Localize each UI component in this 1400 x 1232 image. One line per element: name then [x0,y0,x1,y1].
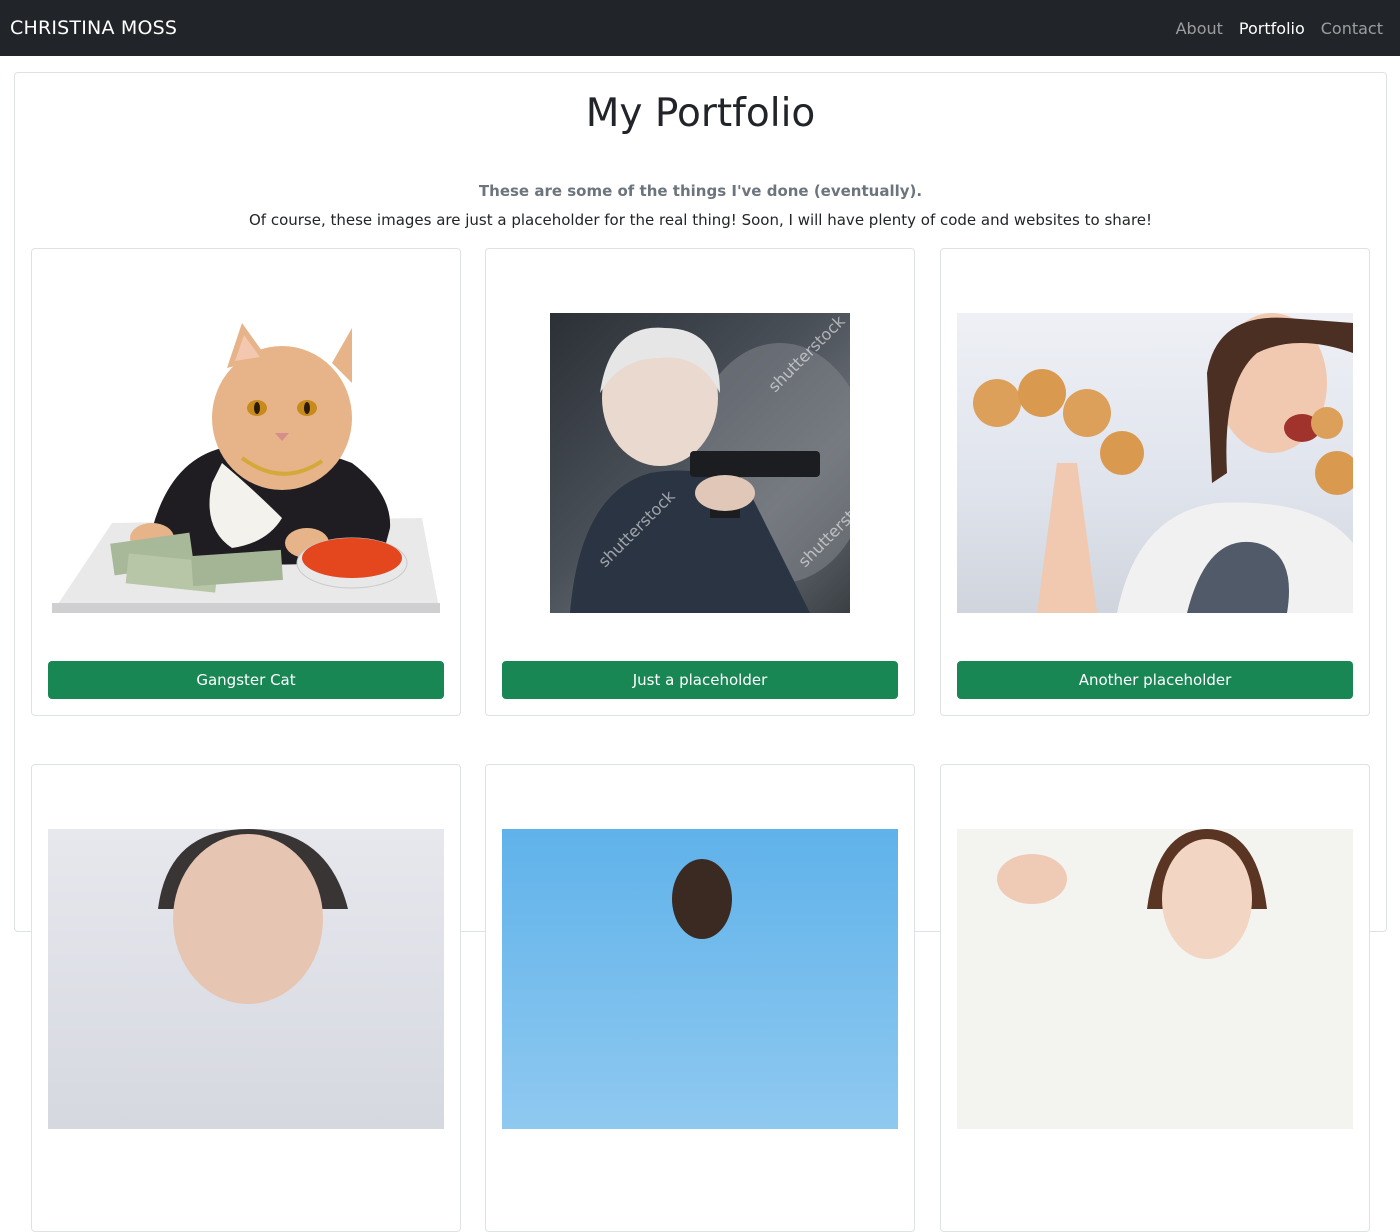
page-title: My Portfolio [585,91,816,136]
portfolio-card [940,764,1370,1232]
person-blue-sky-image [502,829,898,1129]
just-a-placeholder-button[interactable]: Just a placeholder [502,661,898,699]
portfolio-card [31,764,461,1232]
brand-link[interactable]: CHRISTINA MOSS [10,17,177,39]
gangster-cat-button[interactable]: Gangster Cat [48,661,444,699]
gangster-cat-image [52,313,440,613]
portfolio-card: shutterstock shutterstock shutterstock J… [485,248,915,716]
portfolio-card: Gangster Cat [31,248,461,716]
woman-portrait-image [48,829,444,1129]
woman-stock-photo-image [957,829,1353,1129]
nav-link-contact[interactable]: Contact [1321,19,1383,38]
portfolio-card: Another placeholder [940,248,1370,716]
nav-link-portfolio[interactable]: Portfolio [1239,19,1305,38]
another-placeholder-button[interactable]: Another placeholder [957,661,1353,699]
subtitle-text: Of course, these images are just a place… [248,211,1153,229]
portfolio-card [485,764,915,1232]
lead-text: These are some of the things I've done (… [478,182,923,200]
nav-links: About Portfolio Contact [1176,19,1390,38]
nav-link-about[interactable]: About [1176,19,1223,38]
grandma-with-gun-image: shutterstock shutterstock shutterstock [550,313,850,613]
woman-with-donuts-image [957,313,1353,613]
navbar: CHRISTINA MOSS About Portfolio Contact [0,0,1400,56]
